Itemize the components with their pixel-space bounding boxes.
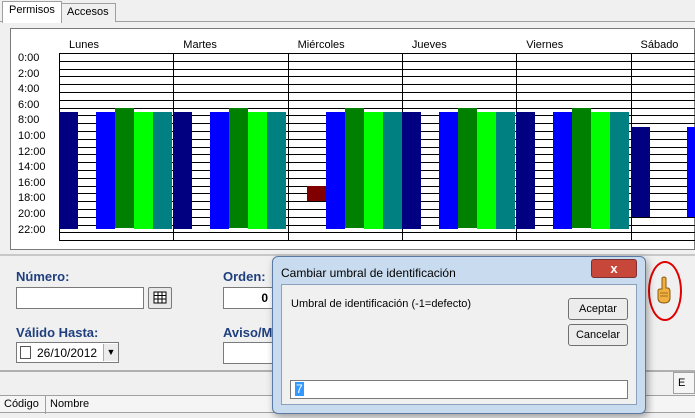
tab-accesos[interactable]: Accesos	[60, 3, 116, 22]
valido-hasta-label: Válido Hasta:	[16, 325, 99, 340]
day-header: Viernes	[526, 39, 564, 51]
hour-label: 12:00	[18, 145, 46, 158]
valido-hasta-date-picker[interactable]: 26/10/2012 ▼	[16, 342, 119, 363]
umbral-input[interactable]: 7	[290, 380, 628, 399]
schedule-block[interactable]	[401, 111, 421, 229]
cancelar-button[interactable]: Cancelar	[568, 324, 628, 346]
schedule-block[interactable]	[610, 111, 630, 229]
chevron-down-icon[interactable]: ▼	[103, 344, 118, 361]
schedule-block[interactable]	[553, 111, 573, 229]
day-header: Lunes	[69, 39, 99, 51]
hand-pointer-icon[interactable]	[653, 275, 675, 305]
dialog-prompt: Umbral de identificación (-1=defecto)	[291, 298, 472, 310]
orden-input[interactable]: 0	[223, 287, 275, 309]
dialog-body: Umbral de identificación (-1=defecto) Ac…	[281, 284, 637, 405]
hour-label: 14:00	[18, 161, 46, 174]
hour-gridline	[59, 68, 695, 70]
weekly-schedule-grid[interactable]: Lunes Martes Miércoles Jueves Viernes Sábado 0…	[10, 28, 695, 250]
schedule-block[interactable]	[153, 111, 172, 229]
schedule-block[interactable]	[248, 111, 268, 229]
schedule-block[interactable]	[495, 111, 515, 229]
numero-input[interactable]	[16, 287, 144, 309]
day-header: Miércoles	[297, 39, 345, 51]
schedule-block[interactable]	[572, 107, 592, 229]
hour-label: 6:00	[18, 98, 40, 111]
right-edge-cell: E	[673, 372, 695, 394]
day-header: Sábado	[640, 39, 679, 51]
schedule-block[interactable]	[229, 107, 249, 229]
day-header: Jueves	[411, 39, 447, 51]
aviso-label: Aviso/M	[223, 325, 273, 340]
schedule-block[interactable]	[438, 111, 458, 229]
hour-gridline	[59, 53, 695, 54]
schedule-block[interactable]	[210, 111, 230, 229]
hour-gridline	[59, 240, 695, 242]
hour-label: 10:00	[18, 130, 46, 142]
hour-gridline	[59, 92, 695, 93]
hour-label: 0:00	[18, 52, 40, 64]
schedule-block[interactable]	[115, 107, 134, 229]
hour-label: 2:00	[18, 67, 40, 80]
schedule-block[interactable]	[173, 111, 193, 229]
schedule-block[interactable]	[591, 111, 611, 229]
hour-gridline	[59, 84, 695, 86]
tab-permisos[interactable]: Permisos	[2, 1, 62, 23]
hour-label: 20:00	[18, 208, 46, 220]
numero-lookup-button[interactable]	[148, 287, 172, 309]
hour-gridline	[59, 76, 695, 78]
day-header: Martes	[183, 39, 217, 51]
umbral-dialog: Cambiar umbral de identificación x Umbra…	[272, 256, 646, 414]
hour-gridline	[59, 99, 695, 101]
schedule-block[interactable]	[134, 111, 153, 229]
schedule-block[interactable]	[267, 111, 287, 229]
schedule-block[interactable]	[306, 185, 326, 202]
schedule-block[interactable]	[325, 111, 345, 229]
schedule-block[interactable]	[686, 127, 695, 217]
dialog-title: Cambiar umbral de identificación	[281, 266, 456, 280]
hour-label: 4:00	[18, 83, 40, 96]
schedule-block[interactable]	[96, 111, 115, 229]
aviso-input[interactable]	[223, 342, 275, 364]
schedule-block[interactable]	[630, 127, 650, 217]
hour-label: 22:00	[18, 223, 46, 236]
tab-permisos-label: Permisos	[9, 4, 55, 16]
tab-accesos-label: Accesos	[67, 6, 109, 18]
date-checkbox[interactable]	[20, 346, 31, 359]
schedule-block[interactable]	[59, 111, 78, 229]
hour-label: 8:00	[18, 114, 40, 127]
hour-gridline	[59, 107, 695, 109]
hour-gridline	[59, 232, 695, 234]
aceptar-button[interactable]: Aceptar	[568, 298, 628, 320]
dialog-close-button[interactable]: x	[591, 259, 637, 278]
numero-label: Número:	[16, 269, 70, 284]
schedule-block[interactable]	[382, 111, 402, 229]
day-divider	[287, 53, 289, 241]
close-icon: x	[610, 261, 618, 276]
schedule-block[interactable]	[516, 111, 536, 229]
schedule-block[interactable]	[363, 111, 383, 229]
hour-label: 16:00	[18, 176, 46, 189]
valido-hasta-value: 26/10/2012	[37, 346, 98, 360]
hour-label: 18:00	[18, 192, 46, 205]
orden-label: Orden:	[223, 269, 266, 284]
grid-lookup-icon	[153, 291, 167, 304]
schedule-block[interactable]	[457, 107, 477, 229]
umbral-value: 7	[295, 382, 304, 396]
hour-gridline	[59, 60, 695, 62]
column-codigo[interactable]: Código	[0, 396, 46, 414]
schedule-block[interactable]	[344, 107, 364, 229]
schedule-block[interactable]	[476, 111, 496, 229]
